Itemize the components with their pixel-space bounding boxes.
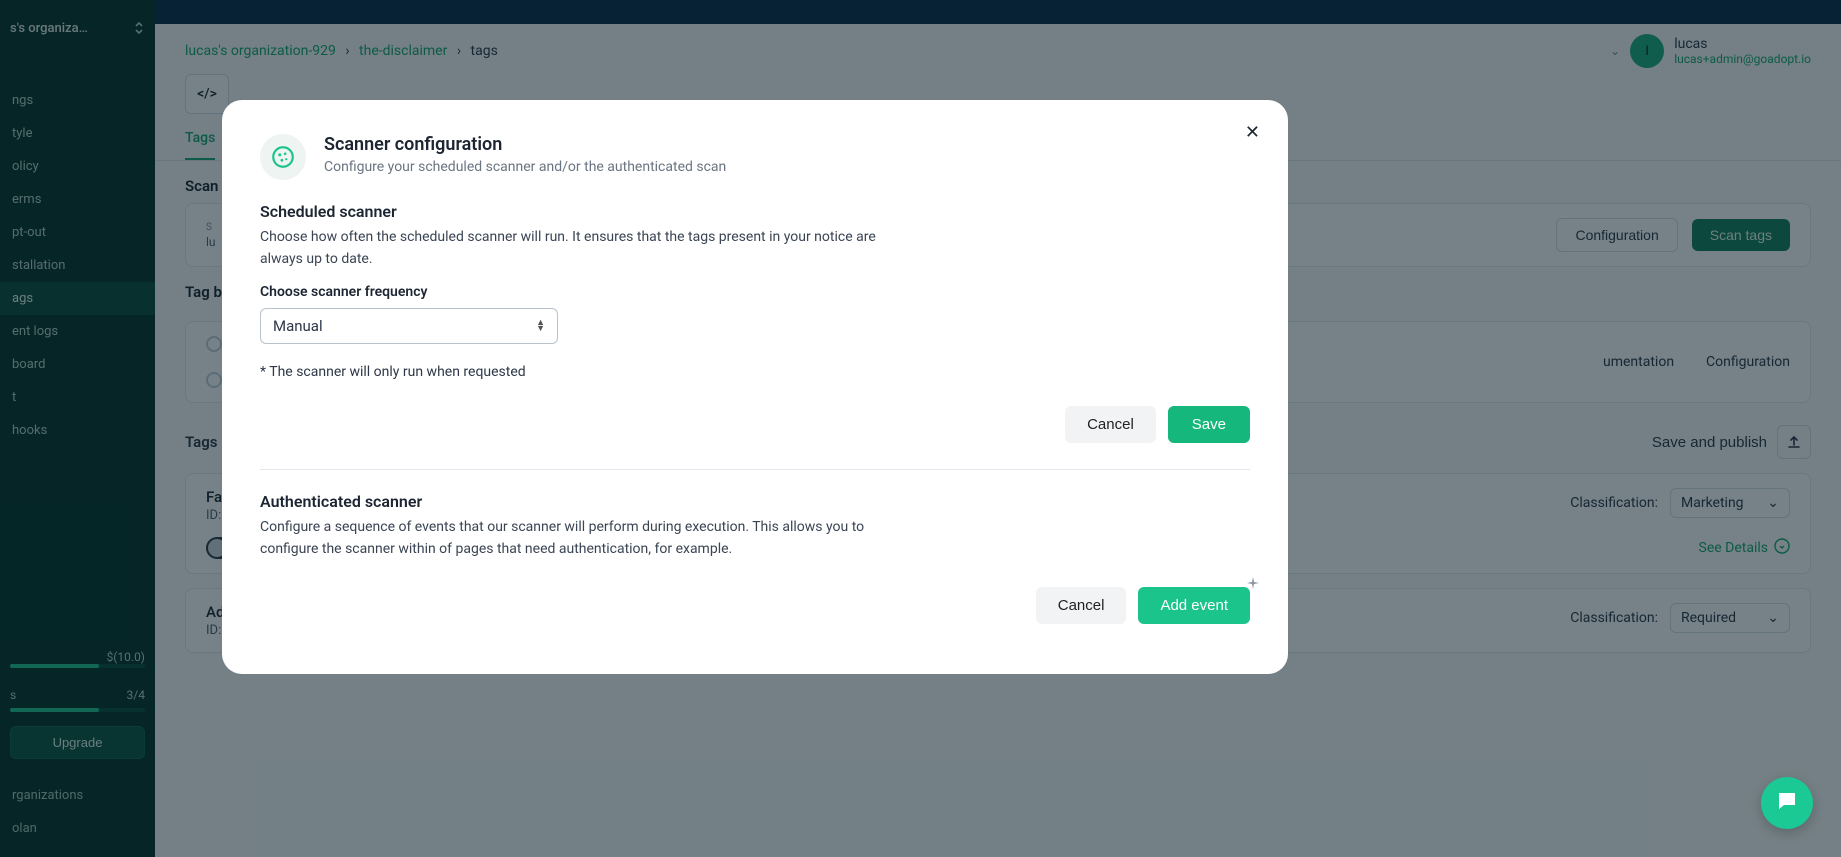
add-event-button[interactable]: Add event xyxy=(1138,587,1250,624)
modal-title: Scanner configuration xyxy=(324,134,726,155)
scheduled-scanner-section: Scheduled scanner Choose how often the s… xyxy=(260,202,1250,443)
chat-button[interactable] xyxy=(1761,777,1813,829)
chat-icon xyxy=(1775,789,1799,817)
add-event-label: Add event xyxy=(1160,597,1228,614)
auth-heading: Authenticated scanner xyxy=(260,492,1250,511)
cookie-icon xyxy=(260,134,306,180)
frequency-field-label: Choose scanner frequency xyxy=(260,284,1250,300)
auth-desc: Configure a sequence of events that our … xyxy=(260,517,900,560)
cancel-button[interactable]: Cancel xyxy=(1036,587,1127,624)
scanner-config-modal: ✕ Scanner configuration Configure your s… xyxy=(222,100,1288,674)
scheduled-heading: Scheduled scanner xyxy=(260,202,1250,221)
chevron-updown-icon: ▲▼ xyxy=(536,320,545,332)
close-icon: ✕ xyxy=(1245,122,1260,142)
modal-divider xyxy=(260,469,1250,470)
frequency-select[interactable]: Manual ▲▼ xyxy=(260,308,558,344)
frequency-hint: * The scanner will only run when request… xyxy=(260,364,1250,380)
modal-subtitle: Configure your scheduled scanner and/or … xyxy=(324,159,726,175)
sparkle-icon xyxy=(1246,577,1260,595)
frequency-value: Manual xyxy=(273,317,323,335)
close-button[interactable]: ✕ xyxy=(1241,118,1264,147)
authenticated-scanner-section: Authenticated scanner Configure a sequen… xyxy=(260,492,1250,623)
cancel-button[interactable]: Cancel xyxy=(1065,406,1156,443)
scheduled-desc: Choose how often the scheduled scanner w… xyxy=(260,227,900,270)
save-button[interactable]: Save xyxy=(1168,406,1250,443)
